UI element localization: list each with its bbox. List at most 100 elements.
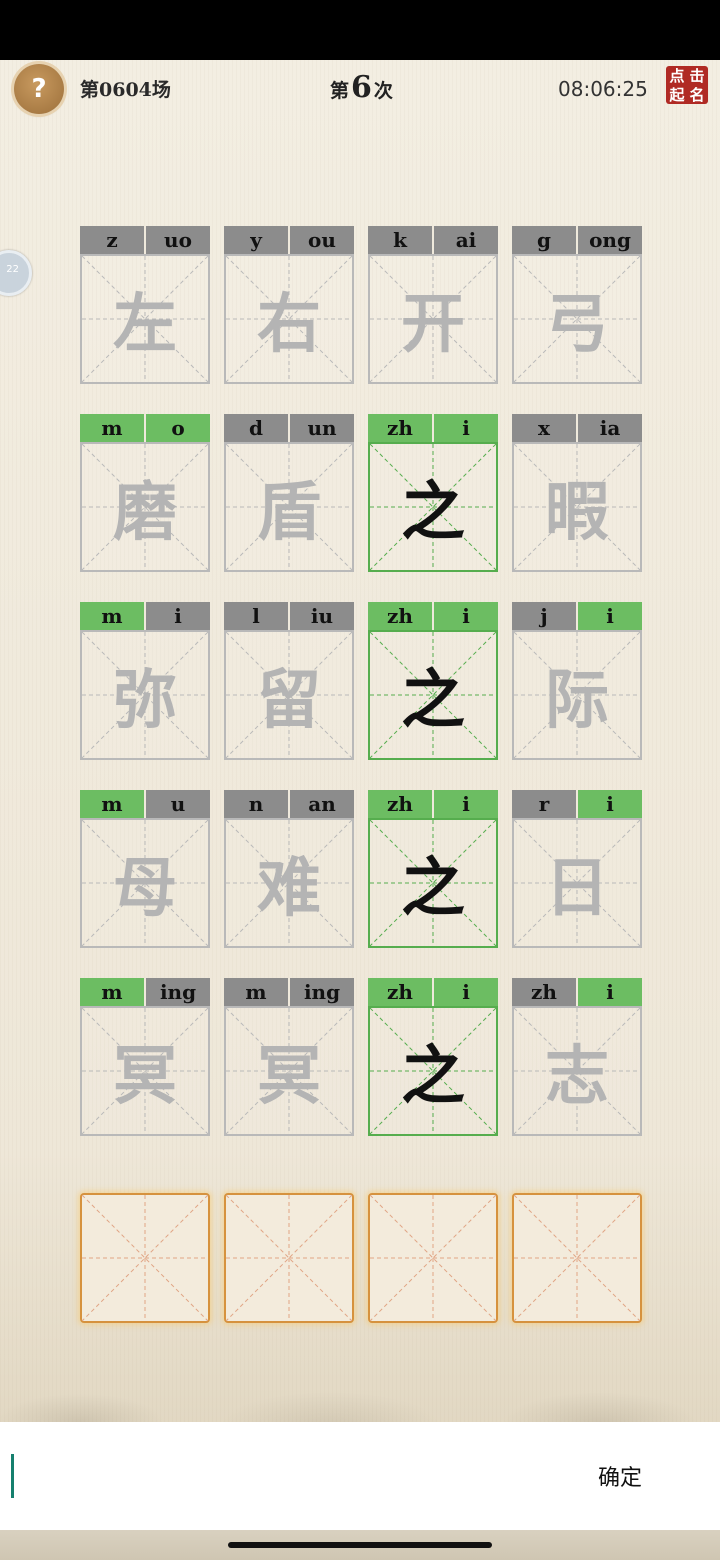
guess-cell: g ong 弓 (512, 226, 642, 384)
confirm-button[interactable]: 确定 (598, 1460, 642, 1492)
attempt-prefix: 第 (330, 80, 350, 102)
guess-cell: m ing 冥 (80, 978, 210, 1136)
guess-cell: n an 难 (224, 790, 354, 948)
character-box: 之 (368, 442, 498, 572)
character-box: 留 (224, 630, 354, 760)
guessed-character: 冥 (257, 1039, 321, 1114)
guessed-character: 弥 (113, 663, 177, 738)
guess-cell: zh i 志 (512, 978, 642, 1136)
pinyin-initial: j (512, 602, 576, 630)
guessed-character: 母 (113, 851, 177, 926)
character-box: 磨 (80, 442, 210, 572)
pinyin-bar: ji (512, 602, 642, 630)
character-box: 弥 (80, 630, 210, 760)
pinyin-bar: l iu (224, 602, 354, 630)
rank-char: 起 (669, 85, 685, 104)
guess-cell: x ia 暇 (512, 414, 642, 572)
pinyin-final: uo (144, 226, 210, 254)
character-box: 际 (512, 630, 642, 760)
pinyin-final: i (576, 790, 642, 818)
guess-cell: m ing 冥 (224, 978, 354, 1136)
pinyin-initial: m (80, 790, 144, 818)
guessed-character: 之 (401, 851, 465, 926)
character-box: 盾 (224, 442, 354, 572)
character-box: 志 (512, 1006, 642, 1136)
character-box: 难 (224, 818, 354, 948)
guessed-character: 磨 (113, 475, 177, 550)
home-indicator[interactable] (228, 1542, 492, 1548)
pinyin-initial: d (224, 414, 288, 442)
guessed-character: 右 (257, 287, 321, 362)
pinyin-final: ong (576, 226, 642, 254)
rank-char: 点 (669, 66, 685, 85)
attempt-suffix: 次 (373, 80, 393, 102)
guess-cell: zh i 之 (368, 602, 498, 760)
pinyin-initial: x (512, 414, 576, 442)
pinyin-final: ing (288, 978, 354, 1006)
question-mark-icon: ? (31, 74, 47, 104)
guessed-character: 暇 (545, 475, 609, 550)
character-box: 之 (368, 630, 498, 760)
pinyin-bar: mo (80, 414, 210, 442)
guessed-character: 之 (401, 663, 465, 738)
character-box: 冥 (224, 1006, 354, 1136)
character-box: 冥 (80, 1006, 210, 1136)
pinyin-final: ou (288, 226, 354, 254)
pinyin-bar: ri (512, 790, 642, 818)
guessed-character: 之 (401, 1039, 465, 1114)
pinyin-initial: zh (368, 414, 432, 442)
pinyin-initial: m (224, 978, 288, 1006)
rank-char: 击 (689, 66, 705, 85)
text-input[interactable] (11, 1454, 14, 1498)
help-button[interactable]: ? (14, 64, 64, 114)
pinyin-initial: l (224, 602, 288, 630)
guessed-character: 难 (257, 851, 321, 926)
pinyin-final: i (432, 602, 498, 630)
pinyin-initial: zh (368, 602, 432, 630)
nav-strip (0, 1530, 720, 1560)
character-box: 暇 (512, 442, 642, 572)
attempt-number: 6 (351, 70, 372, 105)
answer-slot[interactable] (80, 1193, 210, 1323)
guessed-character: 之 (401, 475, 465, 550)
guess-cell: zh i 之 (368, 978, 498, 1136)
attempt-counter: 第6 次 (330, 70, 393, 105)
pinyin-initial: g (512, 226, 576, 254)
pinyin-final: ai (432, 226, 498, 254)
pinyin-initial: r (512, 790, 576, 818)
pinyin-bar: zh i (368, 978, 498, 1006)
guess-cell: mo 磨 (80, 414, 210, 572)
rank-button[interactable]: 点 击 起 名 (666, 66, 708, 104)
pinyin-initial: zh (368, 978, 432, 1006)
pinyin-initial: n (224, 790, 288, 818)
pinyin-final: iu (288, 602, 354, 630)
pinyin-final: un (288, 414, 354, 442)
side-tab-label: 22 (6, 264, 19, 275)
pinyin-initial: y (224, 226, 288, 254)
guess-cell: ji 际 (512, 602, 642, 760)
guessed-character: 左 (113, 287, 177, 362)
side-drawer-tab[interactable]: 22 (0, 250, 32, 296)
input-bar: 确定 (0, 1422, 720, 1530)
answer-slot[interactable] (512, 1193, 642, 1323)
answer-slot[interactable] (224, 1193, 354, 1323)
status-bar (0, 0, 720, 60)
pinyin-final: i (576, 602, 642, 630)
pinyin-initial: z (80, 226, 144, 254)
timer: 08:06:25 (558, 77, 648, 101)
pinyin-final: o (144, 414, 210, 442)
answer-slot[interactable] (368, 1193, 498, 1323)
pinyin-initial: m (80, 414, 144, 442)
pinyin-bar: k ai (368, 226, 498, 254)
character-box: 之 (368, 1006, 498, 1136)
pinyin-bar: d un (224, 414, 354, 442)
character-box: 右 (224, 254, 354, 384)
pinyin-bar: y ou (224, 226, 354, 254)
pinyin-bar: x ia (512, 414, 642, 442)
pinyin-bar: zh i (512, 978, 642, 1006)
game-area: ? 第0604场 第6 次 08:06:25 点 击 起 名 22 z uo 左 y ou… (0, 60, 720, 1422)
guess-cell: zh i 之 (368, 414, 498, 572)
pinyin-final: an (288, 790, 354, 818)
pinyin-bar: zh i (368, 602, 498, 630)
guessed-character: 弓 (545, 287, 609, 362)
